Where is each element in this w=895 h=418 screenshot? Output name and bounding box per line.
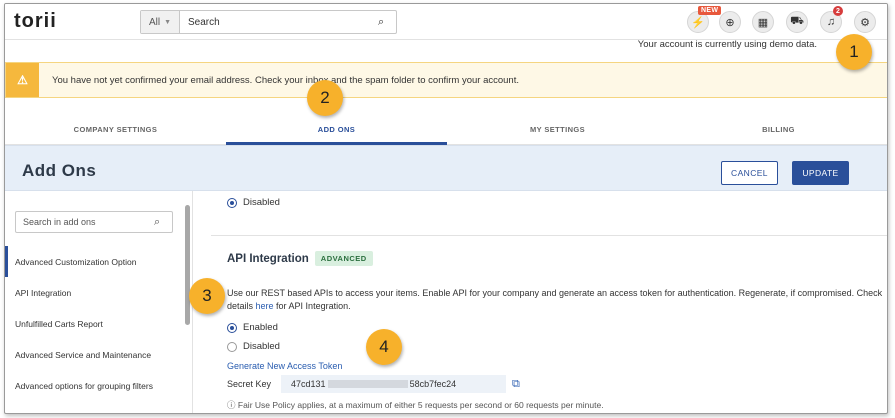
app-window: torii All ▼ ⌕ ⚡ NEW ⊕ ▦ ⛟ ♫ 2 ⚙ Your acc… bbox=[4, 3, 888, 414]
advanced-tag: ADVANCED bbox=[314, 251, 373, 266]
description-text-end: for API Integration. bbox=[273, 301, 351, 311]
settings-tabs: COMPANY SETTINGS ADD ONS MY SETTINGS BIL… bbox=[5, 119, 887, 145]
fair-use-note: ⓘ Fair Use Policy applies, at a maximum … bbox=[227, 399, 604, 411]
enabled-option[interactable]: Enabled bbox=[227, 322, 278, 333]
page-title: Add Ons bbox=[22, 161, 97, 180]
section-description: Use our REST based APIs to access your i… bbox=[227, 287, 887, 313]
warning-icon: ⚠ bbox=[6, 63, 39, 97]
chevron-down-icon: ▼ bbox=[164, 18, 172, 26]
search-icon[interactable]: ⌕ bbox=[378, 16, 396, 29]
callout-2: 2 bbox=[307, 80, 343, 116]
secret-key-suffix: 58cb7fec24 bbox=[409, 379, 457, 389]
disabled-label: Disabled bbox=[243, 341, 280, 352]
radio-button[interactable] bbox=[227, 197, 237, 208]
sidebar-item-asset-depreciation[interactable]: Asset Depreciation bbox=[5, 401, 185, 414]
sidebar-search: ⌕ bbox=[15, 211, 173, 233]
generate-token-link[interactable]: Generate New Access Token bbox=[227, 361, 342, 371]
secret-key-redaction bbox=[327, 380, 408, 388]
tab-add-ons[interactable]: ADD ONS bbox=[226, 119, 447, 145]
page-header: Add Ons CANCEL UPDATE bbox=[5, 145, 887, 191]
disabled-radio[interactable] bbox=[227, 341, 237, 352]
plus-circle-icon[interactable]: ⊕ bbox=[719, 11, 741, 33]
tab-company-settings[interactable]: COMPANY SETTINGS bbox=[5, 119, 226, 145]
fair-use-text: Fair Use Policy applies, at a maximum of… bbox=[237, 400, 604, 410]
section-title: API Integration bbox=[227, 252, 309, 265]
search-scope-select[interactable]: All ▼ bbox=[141, 11, 180, 33]
sidebar-scrollbar[interactable] bbox=[185, 205, 190, 325]
prev-disabled-option[interactable]: Disabled bbox=[227, 197, 280, 208]
enabled-radio[interactable] bbox=[227, 322, 237, 333]
enabled-label: Enabled bbox=[243, 322, 278, 333]
secret-key-label: Secret Key bbox=[227, 379, 272, 389]
addons-search-input[interactable] bbox=[16, 217, 154, 227]
radio-label: Disabled bbox=[243, 197, 280, 208]
search-scope-label: All bbox=[149, 16, 161, 28]
logo[interactable]: torii bbox=[14, 10, 57, 33]
copy-icon[interactable]: ⧉ bbox=[512, 378, 520, 391]
tab-my-settings[interactable]: MY SETTINGS bbox=[447, 119, 668, 145]
global-search: All ▼ ⌕ bbox=[140, 10, 397, 34]
info-icon: ⓘ bbox=[227, 400, 236, 410]
sidebar-item-grouping-filters[interactable]: Advanced options for grouping filters bbox=[5, 370, 185, 401]
sidebar-item-advanced-customization[interactable]: Advanced Customization Option bbox=[5, 246, 185, 277]
secret-key-field[interactable]: 47cd131 58cb7fec24 bbox=[281, 375, 507, 393]
addon-details: Disabled API Integration ADVANCED Use ou… bbox=[205, 191, 887, 413]
addons-sidebar: ⌕ Advanced Customization Option API Inte… bbox=[5, 191, 193, 414]
alert-message: You have not yet confirmed your email ad… bbox=[52, 74, 519, 86]
callout-1: 1 bbox=[836, 34, 872, 70]
search-icon[interactable]: ⌕ bbox=[154, 216, 172, 229]
sidebar-item-api-integration[interactable]: API Integration bbox=[5, 277, 185, 308]
secret-key-prefix: 47cd131 bbox=[291, 379, 326, 389]
update-button[interactable]: UPDATE bbox=[792, 161, 849, 185]
new-badge: NEW bbox=[698, 6, 722, 15]
tab-billing[interactable]: BILLING bbox=[668, 119, 887, 145]
cart-icon[interactable]: ⛟ bbox=[786, 11, 808, 33]
sidebar-item-advanced-service[interactable]: Advanced Service and Maintenance bbox=[5, 339, 185, 370]
gear-icon[interactable]: ⚙ bbox=[854, 11, 876, 33]
email-confirm-alert: ⚠ You have not yet confirmed your email … bbox=[5, 62, 887, 98]
details-link[interactable]: here bbox=[256, 301, 274, 311]
secret-key-row: Secret Key 47cd131 58cb7fec24 ⧉ bbox=[227, 375, 520, 393]
sidebar-item-unfulfilled-carts[interactable]: Unfulfilled Carts Report bbox=[5, 308, 185, 339]
callout-3: 3 bbox=[189, 278, 225, 314]
disabled-option[interactable]: Disabled bbox=[227, 341, 280, 352]
demo-notice: Your account is currently using demo dat… bbox=[637, 39, 817, 50]
section-header: API Integration ADVANCED bbox=[227, 251, 373, 266]
section-divider bbox=[211, 235, 887, 236]
notification-count-badge: 2 bbox=[833, 6, 843, 16]
callout-4: 4 bbox=[366, 329, 402, 365]
top-bar: torii All ▼ ⌕ ⚡ NEW ⊕ ▦ ⛟ ♫ 2 ⚙ bbox=[5, 4, 887, 40]
search-input[interactable] bbox=[180, 11, 378, 33]
calendar-icon[interactable]: ▦ bbox=[752, 11, 774, 33]
cancel-button[interactable]: CANCEL bbox=[721, 161, 778, 185]
